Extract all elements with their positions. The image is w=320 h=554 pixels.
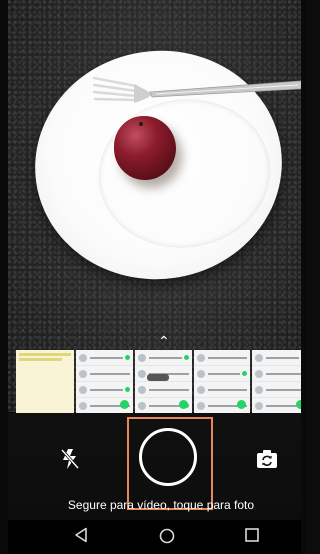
- camera-screen: ⌃ Segure para vídeo, toque para foto: [0, 0, 306, 554]
- camera-switch-icon[interactable]: [256, 449, 278, 469]
- flash-off-icon[interactable]: [60, 448, 80, 470]
- capture-hint-text: Segure para vídeo, toque para foto: [67, 498, 255, 512]
- gallery-strip[interactable]: [16, 350, 301, 413]
- plum-image: [114, 116, 176, 180]
- navigation-bar: [8, 520, 301, 554]
- nav-recents-icon[interactable]: [245, 528, 259, 542]
- gallery-thumbnail[interactable]: [193, 350, 251, 413]
- nav-home-icon[interactable]: [159, 528, 175, 544]
- gallery-thumbnail[interactable]: [134, 350, 192, 413]
- gallery-expand-chevron-icon[interactable]: ⌃: [158, 334, 170, 348]
- gallery-thumbnail[interactable]: [76, 350, 133, 413]
- fork-image: [92, 76, 301, 103]
- nav-back-icon[interactable]: [74, 527, 88, 543]
- gallery-thumbnail[interactable]: [16, 350, 74, 413]
- gallery-thumbnail[interactable]: [252, 350, 301, 413]
- shutter-button[interactable]: [139, 428, 197, 486]
